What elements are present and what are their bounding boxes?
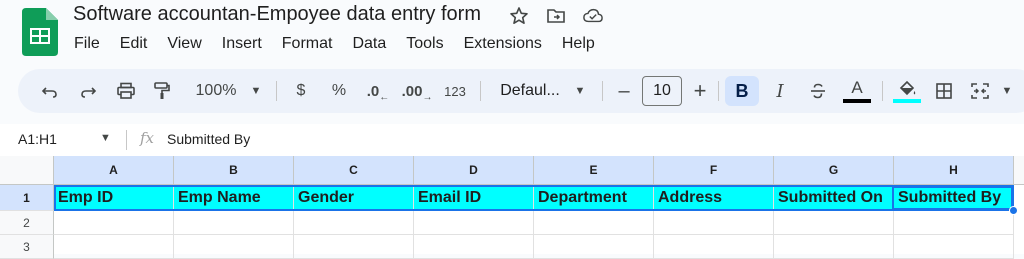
arrow-left-icon: ← bbox=[379, 91, 390, 103]
cell-b2[interactable] bbox=[174, 211, 294, 235]
fx-icon: fx bbox=[140, 129, 155, 147]
star-icon[interactable] bbox=[509, 6, 529, 26]
zoom-select[interactable]: 100% bbox=[188, 69, 244, 113]
paint-format-icon[interactable] bbox=[150, 69, 174, 113]
cell-d2[interactable] bbox=[414, 211, 534, 235]
cell-c1[interactable]: Gender bbox=[294, 185, 414, 211]
zoom-dropdown-icon[interactable]: ▼ bbox=[248, 69, 264, 113]
currency-format-button[interactable]: $ bbox=[290, 69, 312, 113]
merge-dropdown-icon[interactable]: ▼ bbox=[1000, 69, 1014, 113]
column-header-f[interactable]: F bbox=[654, 156, 774, 185]
cell-e1[interactable]: Department bbox=[534, 185, 654, 211]
cell-g3[interactable] bbox=[774, 235, 894, 259]
increase-decimal-button[interactable]: .00 → bbox=[401, 69, 433, 113]
text-color-button[interactable]: A bbox=[842, 69, 872, 113]
row-header-2[interactable]: 2 bbox=[0, 211, 54, 235]
menu-insert[interactable]: Insert bbox=[212, 33, 272, 55]
cell-c2[interactable] bbox=[294, 211, 414, 235]
menu-file[interactable]: File bbox=[64, 33, 110, 55]
cell-h2[interactable] bbox=[894, 211, 1014, 235]
menu-help[interactable]: Help bbox=[552, 33, 605, 55]
cell-b1[interactable]: Emp Name bbox=[174, 185, 294, 211]
cell-a1[interactable]: Emp ID bbox=[54, 185, 174, 211]
formula-bar: A1:H1 ▼ fx Submitted By bbox=[0, 124, 1024, 156]
font-dropdown-icon[interactable]: ▼ bbox=[572, 69, 588, 113]
cell-g2[interactable] bbox=[774, 211, 894, 235]
formula-input[interactable]: Submitted By bbox=[167, 131, 250, 147]
fill-handle[interactable] bbox=[1009, 206, 1018, 215]
cloud-saved-icon[interactable] bbox=[583, 6, 603, 26]
cell-e2[interactable] bbox=[534, 211, 654, 235]
column-header-g[interactable]: G bbox=[774, 156, 894, 185]
column-header-b[interactable]: B bbox=[174, 156, 294, 185]
name-box-dropdown-icon[interactable]: ▼ bbox=[100, 132, 111, 144]
cell-a2[interactable] bbox=[54, 211, 174, 235]
select-all-corner[interactable] bbox=[0, 156, 54, 185]
font-size-decrease-button[interactable]: – bbox=[614, 69, 634, 113]
strikethrough-icon[interactable] bbox=[806, 69, 830, 113]
cell-d3[interactable] bbox=[414, 235, 534, 259]
row-header-3[interactable]: 3 bbox=[0, 235, 54, 259]
fill-color-button[interactable] bbox=[892, 69, 922, 113]
borders-icon[interactable] bbox=[932, 69, 956, 113]
cell-h1[interactable]: Submitted By bbox=[894, 185, 1014, 211]
spreadsheet-grid: A B C D E F G H 1 2 3 Emp ID Emp Name Ge… bbox=[0, 156, 1024, 259]
percent-format-button[interactable]: % bbox=[328, 69, 350, 113]
print-icon[interactable] bbox=[114, 69, 138, 113]
text-color-label: A bbox=[851, 78, 863, 97]
row-header-1[interactable]: 1 bbox=[0, 185, 54, 211]
cell-a3[interactable] bbox=[54, 235, 174, 259]
column-header-i[interactable] bbox=[1014, 156, 1024, 185]
menu-view[interactable]: View bbox=[157, 33, 211, 55]
number-format-button[interactable]: 123 bbox=[440, 69, 470, 113]
column-header-h[interactable]: H bbox=[894, 156, 1014, 185]
column-header-e[interactable]: E bbox=[534, 156, 654, 185]
cell-f2[interactable] bbox=[654, 211, 774, 235]
menu-tools[interactable]: Tools bbox=[396, 33, 453, 55]
column-header-d[interactable]: D bbox=[414, 156, 534, 185]
decrease-decimal-button[interactable]: .0 ← bbox=[364, 69, 392, 113]
cell-e3[interactable] bbox=[534, 235, 654, 259]
menu-data[interactable]: Data bbox=[342, 33, 396, 55]
document-title[interactable]: Software accountan-Empoyee data entry fo… bbox=[73, 3, 481, 26]
move-to-folder-icon[interactable] bbox=[546, 6, 566, 26]
cell-f1[interactable]: Address bbox=[654, 185, 774, 211]
cell-g1[interactable]: Submitted On bbox=[774, 185, 894, 211]
name-box[interactable]: A1:H1 bbox=[18, 131, 57, 147]
redo-icon[interactable] bbox=[76, 69, 100, 113]
italic-button[interactable]: I bbox=[768, 69, 792, 113]
font-size-increase-button[interactable]: + bbox=[690, 69, 710, 113]
toolbar: 100% ▼ $ % .0 ← .00 → 123 Defaul... ▼ – 10… bbox=[18, 69, 1024, 113]
font-select[interactable]: Defaul... bbox=[494, 69, 566, 113]
column-header-c[interactable]: C bbox=[294, 156, 414, 185]
fill-color-swatch bbox=[893, 98, 921, 103]
text-color-swatch bbox=[843, 99, 871, 103]
cell-c3[interactable] bbox=[294, 235, 414, 259]
cell-d1[interactable]: Email ID bbox=[414, 185, 534, 211]
menu-edit[interactable]: Edit bbox=[110, 33, 158, 55]
sheets-logo[interactable] bbox=[22, 8, 58, 56]
menu-extensions[interactable]: Extensions bbox=[454, 33, 552, 55]
arrow-right-icon: → bbox=[422, 91, 433, 103]
menu-bar: File Edit View Insert Format Data Tools … bbox=[64, 33, 605, 55]
font-size-input[interactable]: 10 bbox=[642, 76, 682, 106]
cell-b3[interactable] bbox=[174, 235, 294, 259]
decrease-decimal-label: .0 bbox=[366, 82, 380, 100]
menu-format[interactable]: Format bbox=[272, 33, 343, 55]
merge-cells-icon[interactable] bbox=[968, 69, 992, 113]
cell-f3[interactable] bbox=[654, 235, 774, 259]
cell-h3[interactable] bbox=[894, 235, 1014, 259]
paint-bucket-icon bbox=[899, 80, 916, 95]
increase-decimal-label: .00 bbox=[401, 82, 423, 100]
undo-icon[interactable] bbox=[38, 69, 62, 113]
column-header-a[interactable]: A bbox=[54, 156, 174, 185]
bold-button[interactable]: B bbox=[725, 76, 759, 106]
